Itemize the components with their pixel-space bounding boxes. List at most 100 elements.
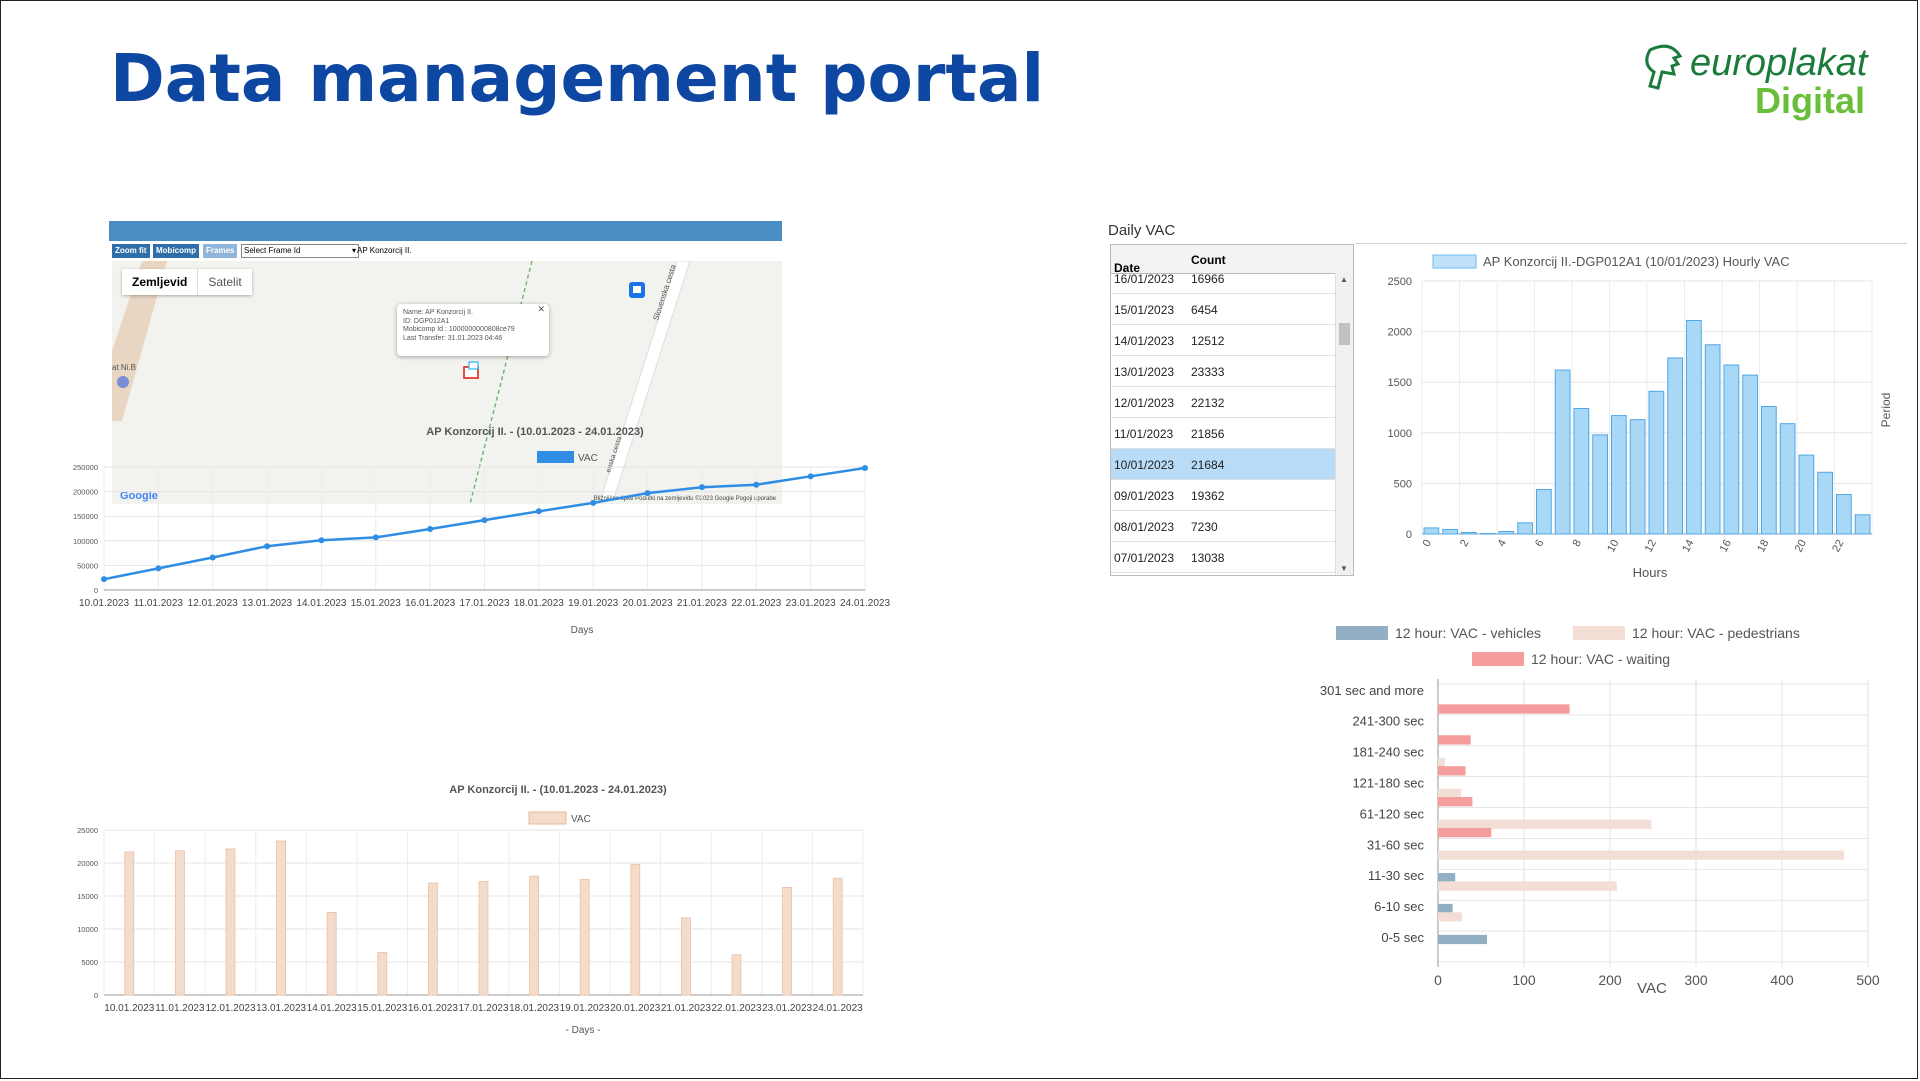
hourly-bar: [1723, 364, 1740, 535]
line-chart-legend-label: VAC: [578, 453, 598, 464]
bar-chart-title: AP Konzorcij II. - (10.01.2023 - 24.01.2…: [449, 784, 667, 796]
line-chart-point: [481, 517, 488, 524]
location-label: AP Konzorcij II.: [357, 246, 412, 255]
dwell-category-label: 0-5 sec: [1381, 930, 1424, 945]
dwell-bar: [1438, 881, 1617, 891]
bar-chart-bar: [782, 887, 792, 996]
line-chart-ytick-label: 200000: [73, 488, 98, 497]
map-type-zemljevid-button[interactable]: Zemljevid: [122, 269, 197, 295]
line-chart-ytick-label: 100000: [73, 537, 98, 546]
line-chart-point: [698, 484, 705, 491]
row-date: 10/01/2023: [1114, 458, 1175, 472]
row-date: 13/01/2023: [1114, 365, 1175, 379]
chevron-down-icon: ▾: [351, 246, 356, 255]
frames-button[interactable]: Frames: [203, 244, 238, 258]
dwell-bar: [1438, 850, 1844, 860]
line-chart-point: [590, 499, 597, 506]
dwell-bar: [1438, 873, 1456, 883]
line-chart-xtick-label: 18.01.2023: [514, 598, 564, 609]
dwell-category-label: 6-10 sec: [1374, 899, 1424, 914]
hourly-xtick-label: 12: [1643, 538, 1659, 554]
map-toolbar: Zoom fit Mobicomp Frames Select Frame Id…: [109, 241, 782, 261]
bar-chart-ytick-label: 15000: [77, 892, 98, 901]
hourly-bar: [1686, 319, 1702, 535]
hourly-ytick-label: 0: [1406, 529, 1412, 541]
bar-chart-bar: [579, 879, 590, 996]
bar-chart-bar: [630, 863, 641, 996]
table-row[interactable]: 15/01/2023 6454: [1111, 294, 1336, 325]
table-row[interactable]: 13/01/2023 23333: [1111, 356, 1336, 387]
row-count: 12512: [1191, 334, 1225, 348]
map-type-satelit-button[interactable]: Satelit: [197, 269, 251, 295]
line-chart-xtick-label: 13.01.2023: [242, 598, 292, 609]
hourly-bar: [1479, 532, 1496, 535]
table-row[interactable]: 09/01/2023 19362: [1111, 480, 1336, 511]
scroll-up-icon[interactable]: ▲: [1340, 275, 1348, 284]
place-marker-icon[interactable]: [117, 376, 129, 388]
table-row[interactable]: 12/01/2023 22132: [1111, 387, 1336, 418]
table-scrollbar[interactable]: ▲ ▼: [1335, 273, 1353, 575]
bar-chart-ytick-label: 10000: [77, 925, 98, 934]
bar-chart-bar: [225, 848, 236, 996]
hourly-ylabel: Period: [1879, 393, 1893, 428]
hourly-ytick-label: 2500: [1388, 276, 1412, 288]
hourly-ytick-label: 1500: [1388, 377, 1412, 389]
hourly-bar: [1648, 390, 1665, 535]
hourly-bar: [1836, 494, 1852, 535]
dwell-bar: [1438, 766, 1466, 776]
zoom-fit-button[interactable]: Zoom fit: [112, 244, 150, 258]
dwell-bar: [1438, 903, 1453, 914]
bar-chart-bar: [276, 840, 287, 996]
bar-chart-bar: [529, 875, 540, 996]
bar-chart-ytick-label: 5000: [81, 958, 98, 967]
line-chart-xtick-label: 19.01.2023: [568, 598, 618, 609]
bar-chart-xtick-label: 14.01.2023: [307, 1003, 357, 1014]
hourly-vac-bar-chart: AP Konzorcij II.-DGP012A1 (10/01/2023) H…: [1388, 254, 1893, 580]
row-count: 23333: [1191, 365, 1225, 379]
line-chart-xtick-label: 24.01.2023: [840, 598, 890, 609]
bar-chart-xtick-label: 10.01.2023: [104, 1003, 154, 1014]
bar-chart-xtick-label: 17.01.2023: [458, 1003, 508, 1014]
bar-chart-ytick-label: 0: [94, 991, 98, 1000]
close-icon[interactable]: ✕: [537, 305, 545, 314]
mobicomp-button[interactable]: Mobicomp: [153, 244, 199, 258]
bar-chart-xtick-label: 21.01.2023: [661, 1003, 711, 1014]
bar-chart-bar: [326, 912, 337, 996]
bar-chart-xtick-label: 19.01.2023: [560, 1003, 610, 1014]
line-chart-xtick-label: 22.01.2023: [731, 598, 781, 609]
table-row[interactable]: 07/01/2023 13038: [1111, 542, 1336, 573]
hourly-bar: [1798, 454, 1815, 535]
dwell-bar: [1438, 757, 1445, 768]
frame-id-select[interactable]: Select Frame Id ▾: [241, 244, 359, 258]
row-count: 21684: [1191, 458, 1225, 472]
table-row[interactable]: 08/01/2023 7230: [1111, 511, 1336, 542]
table-row[interactable]: 16/01/2023 16966: [1111, 263, 1336, 294]
table-row[interactable]: 14/01/2023 12512: [1111, 325, 1336, 356]
row-date: 09/01/2023: [1114, 489, 1175, 503]
row-count: 13038: [1191, 551, 1225, 565]
hourly-bar: [1854, 514, 1871, 535]
dwell-xtick-label: 0: [1434, 972, 1442, 988]
line-chart-xlabel: Days: [571, 625, 594, 635]
hourly-bar: [1704, 344, 1721, 535]
bar-chart-xtick-label: 20.01.2023: [610, 1003, 660, 1014]
hourly-bar: [1573, 408, 1590, 535]
frame-marker-secondary-icon[interactable]: [468, 361, 479, 370]
logo-text-europlakat: europlakat: [1690, 42, 1868, 84]
line-chart-point: [427, 525, 434, 532]
hourly-xtick-label: 18: [1755, 538, 1771, 554]
scroll-thumb[interactable]: [1339, 323, 1350, 345]
divider: [1355, 243, 1907, 244]
line-chart-xtick-label: 17.01.2023: [459, 598, 509, 609]
hourly-xtick-label: 16: [1718, 538, 1734, 554]
dwell-legend-label: 12 hour: VAC - vehicles: [1395, 625, 1541, 641]
popup-name: Name: AP Konzorcij II.: [403, 309, 473, 316]
scroll-down-icon[interactable]: ▼: [1340, 564, 1348, 573]
hourly-bar: [1629, 419, 1646, 535]
line-chart-ytick-label: 0: [94, 586, 98, 595]
table-row[interactable]: 10/01/2023 21684: [1111, 449, 1336, 480]
bar-chart-xtick-label: 24.01.2023: [813, 1003, 863, 1014]
line-chart-point: [318, 537, 325, 544]
table-row[interactable]: 11/01/2023 21856: [1111, 418, 1336, 449]
bar-chart-bar: [478, 881, 489, 996]
